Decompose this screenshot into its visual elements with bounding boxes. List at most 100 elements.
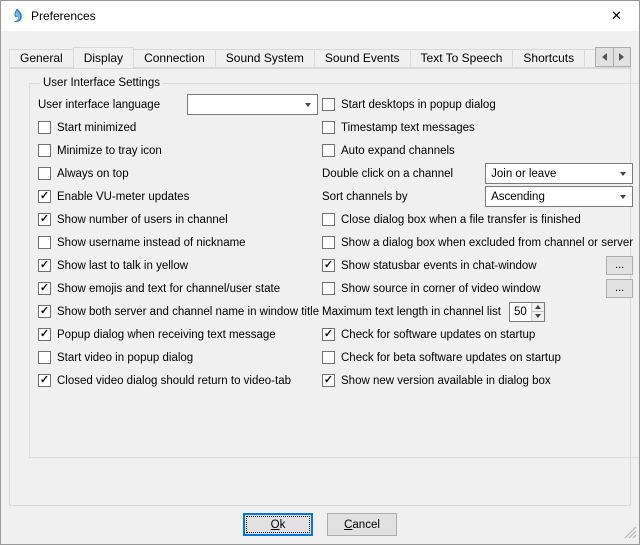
tab-text-to-speech[interactable]: Text To Speech bbox=[410, 49, 514, 68]
chevron-down-icon bbox=[305, 103, 311, 107]
checkbox-box bbox=[322, 282, 335, 295]
tab-shortcuts[interactable]: Shortcuts bbox=[512, 49, 585, 68]
language-combobox[interactable] bbox=[187, 94, 318, 115]
cancel-button-label: Cancel bbox=[344, 519, 380, 531]
left-column: User interface language Start minimized … bbox=[38, 93, 318, 392]
checkbox-label: Check for software updates on startup bbox=[341, 329, 535, 341]
sort-channels-combobox[interactable]: Ascending bbox=[485, 186, 633, 207]
chevron-down-icon bbox=[620, 172, 626, 176]
statusbar-events-more-button[interactable]: ... bbox=[606, 256, 633, 275]
tab-connection[interactable]: Connection bbox=[133, 49, 216, 68]
vu-meter-updates-checkbox[interactable]: ✓Enable VU-meter updates bbox=[38, 190, 189, 203]
checkbox-label: Show source in corner of video window bbox=[341, 283, 540, 295]
resize-grip-icon[interactable] bbox=[624, 526, 637, 542]
show-username-checkbox[interactable]: Show username instead of nickname bbox=[38, 236, 246, 249]
right-column: Start desktops in popup dialog Timestamp… bbox=[318, 93, 633, 392]
checkbox-box: ✓ bbox=[38, 213, 51, 226]
max-text-length-value[interactable]: 50 bbox=[510, 303, 531, 321]
app-icon bbox=[9, 8, 25, 24]
language-label: User interface language bbox=[38, 99, 160, 111]
group-title: User Interface Settings bbox=[40, 77, 163, 89]
display-tab-panel: User Interface Settings User interface l… bbox=[9, 68, 631, 506]
video-popup-checkbox[interactable]: Start video in popup dialog bbox=[38, 351, 193, 364]
tab-general[interactable]: General bbox=[9, 49, 74, 68]
close-button[interactable]: ✕ bbox=[594, 1, 639, 31]
spinner-buttons bbox=[531, 303, 544, 321]
close-on-transfer-checkbox[interactable]: Close dialog box when a file transfer is… bbox=[322, 213, 581, 226]
spin-down-button[interactable] bbox=[532, 311, 544, 321]
window-title-name-checkbox[interactable]: ✓ Show both server and channel name in wi… bbox=[38, 305, 319, 318]
checkbox-box: ✓ bbox=[38, 282, 51, 295]
checkbox-label: Show username instead of nickname bbox=[57, 237, 246, 249]
checkbox-label: Show last to talk in yellow bbox=[57, 260, 188, 272]
checkbox-box bbox=[322, 213, 335, 226]
emoji-state-checkbox[interactable]: ✓ Show emojis and text for channel/user s… bbox=[38, 282, 280, 295]
tab-scroll-control bbox=[595, 47, 631, 67]
new-version-dialog-checkbox[interactable]: ✓Show new version available in dialog bo… bbox=[322, 374, 551, 387]
checkbox-box: ✓ bbox=[322, 374, 335, 387]
cancel-button[interactable]: Cancel bbox=[327, 513, 397, 536]
checkbox-box bbox=[38, 351, 51, 364]
arrow-right-icon bbox=[619, 53, 624, 61]
check-beta-updates-checkbox[interactable]: Check for beta software updates on start… bbox=[322, 351, 561, 364]
max-text-length-label: Maximum text length in channel list bbox=[322, 306, 501, 318]
double-click-value: Join or leave bbox=[491, 168, 556, 180]
checkbox-box: ✓ bbox=[38, 259, 51, 272]
tab-sound-events[interactable]: Sound Events bbox=[314, 49, 411, 68]
checkbox-label: Closed video dialog should return to vid… bbox=[57, 375, 291, 387]
checkbox-label: Show a dialog box when excluded from cha… bbox=[341, 237, 633, 249]
video-return-tab-checkbox[interactable]: ✓ Closed video dialog should return to vi… bbox=[38, 374, 291, 387]
arrow-left-icon bbox=[602, 53, 607, 61]
checkbox-label: Popup dialog when receiving text message bbox=[57, 329, 276, 341]
tab-display[interactable]: Display bbox=[73, 47, 134, 68]
checkbox-label: Start video in popup dialog bbox=[57, 352, 193, 364]
tab-sound-system[interactable]: Sound System bbox=[215, 49, 315, 68]
auto-expand-channels-checkbox[interactable]: Auto expand channels bbox=[322, 144, 455, 157]
max-text-length-spinner[interactable]: 50 bbox=[509, 302, 545, 322]
last-talk-yellow-checkbox[interactable]: ✓ Show last to talk in yellow bbox=[38, 259, 188, 272]
check-updates-checkbox[interactable]: ✓Check for software updates on startup bbox=[322, 328, 535, 341]
checkbox-box bbox=[38, 236, 51, 249]
start-minimized-checkbox[interactable]: Start minimized bbox=[38, 121, 136, 134]
sort-channels-label: Sort channels by bbox=[322, 191, 408, 203]
ok-button[interactable]: Ok bbox=[243, 513, 313, 536]
button-row: Ok Cancel bbox=[1, 513, 639, 536]
timestamp-messages-checkbox[interactable]: Timestamp text messages bbox=[322, 121, 475, 134]
show-user-count-checkbox[interactable]: ✓Show number of users in channel bbox=[38, 213, 228, 226]
checkbox-label: Start desktops in popup dialog bbox=[341, 99, 496, 111]
minimize-to-tray-checkbox[interactable]: Minimize to tray icon bbox=[38, 144, 162, 157]
spin-up-button[interactable] bbox=[532, 303, 544, 312]
arrow-up-icon bbox=[535, 305, 541, 309]
preferences-window: Preferences ✕ General Display Connection… bbox=[0, 0, 640, 545]
video-source-more-button[interactable]: ... bbox=[606, 279, 633, 298]
excluded-dialog-checkbox[interactable]: Show a dialog box when excluded from cha… bbox=[322, 236, 633, 249]
checkbox-label: Show both server and channel name in win… bbox=[57, 306, 319, 318]
tab-scroll-left-button[interactable] bbox=[595, 47, 614, 67]
always-on-top-checkbox[interactable]: Always on top bbox=[38, 167, 129, 180]
checkbox-box bbox=[322, 98, 335, 111]
checkbox-box: ✓ bbox=[322, 259, 335, 272]
popup-text-message-checkbox[interactable]: ✓ Popup dialog when receiving text messag… bbox=[38, 328, 276, 341]
checkbox-box: ✓ bbox=[38, 374, 51, 387]
checkbox-label: Close dialog box when a file transfer is… bbox=[341, 214, 581, 226]
checkbox-box bbox=[322, 121, 335, 134]
titlebar[interactable]: Preferences ✕ bbox=[1, 1, 639, 31]
checkbox-label: Show statusbar events in chat-window bbox=[341, 260, 537, 272]
double-click-combobox[interactable]: Join or leave bbox=[485, 163, 633, 184]
checkbox-box: ✓ bbox=[38, 305, 51, 318]
tab-scroll-right-button[interactable] bbox=[613, 47, 632, 67]
chevron-down-icon bbox=[620, 195, 626, 199]
ok-button-label: Ok bbox=[271, 519, 286, 531]
ui-settings-group: User Interface Settings User interface l… bbox=[29, 77, 640, 458]
window-title: Preferences bbox=[31, 9, 96, 23]
statusbar-events-checkbox[interactable]: ✓ Show statusbar events in chat-window bbox=[322, 259, 537, 272]
checkbox-label: Enable VU-meter updates bbox=[57, 191, 189, 203]
video-source-corner-checkbox[interactable]: Show source in corner of video window bbox=[322, 282, 540, 295]
start-desktops-popup-checkbox[interactable]: Start desktops in popup dialog bbox=[322, 98, 496, 111]
arrow-down-icon bbox=[535, 314, 541, 318]
checkbox-box: ✓ bbox=[38, 328, 51, 341]
checkbox-label: Show emojis and text for channel/user st… bbox=[57, 283, 280, 295]
tab-bar: General Display Connection Sound System … bbox=[9, 46, 631, 68]
checkbox-box bbox=[38, 121, 51, 134]
checkbox-label: Auto expand channels bbox=[341, 145, 455, 157]
